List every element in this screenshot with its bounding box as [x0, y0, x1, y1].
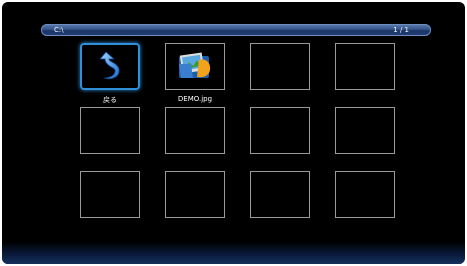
bottom-bar — [2, 242, 465, 264]
empty-tile — [165, 171, 225, 218]
empty-tile — [80, 171, 140, 218]
empty-tile — [165, 107, 225, 154]
empty-tile — [335, 107, 395, 154]
empty-tile — [250, 171, 310, 218]
empty-tile — [80, 107, 140, 154]
file-tile-back[interactable] — [80, 43, 140, 90]
empty-tile — [335, 171, 395, 218]
empty-tile — [250, 107, 310, 154]
file-tile-demo-jpg[interactable] — [165, 43, 225, 90]
file-browser-screen: C:\ 1 / 1 戻る DEMO.jpg — [2, 2, 465, 264]
back-arrow-icon — [97, 49, 123, 85]
file-label-back: 戻る — [103, 96, 117, 104]
empty-tile — [335, 43, 395, 90]
file-grid: 戻る DEMO.jpg — [2, 2, 465, 264]
image-folder-icon — [177, 50, 213, 84]
empty-tile — [250, 43, 310, 90]
file-label-demo-jpg: DEMO.jpg — [177, 95, 213, 103]
